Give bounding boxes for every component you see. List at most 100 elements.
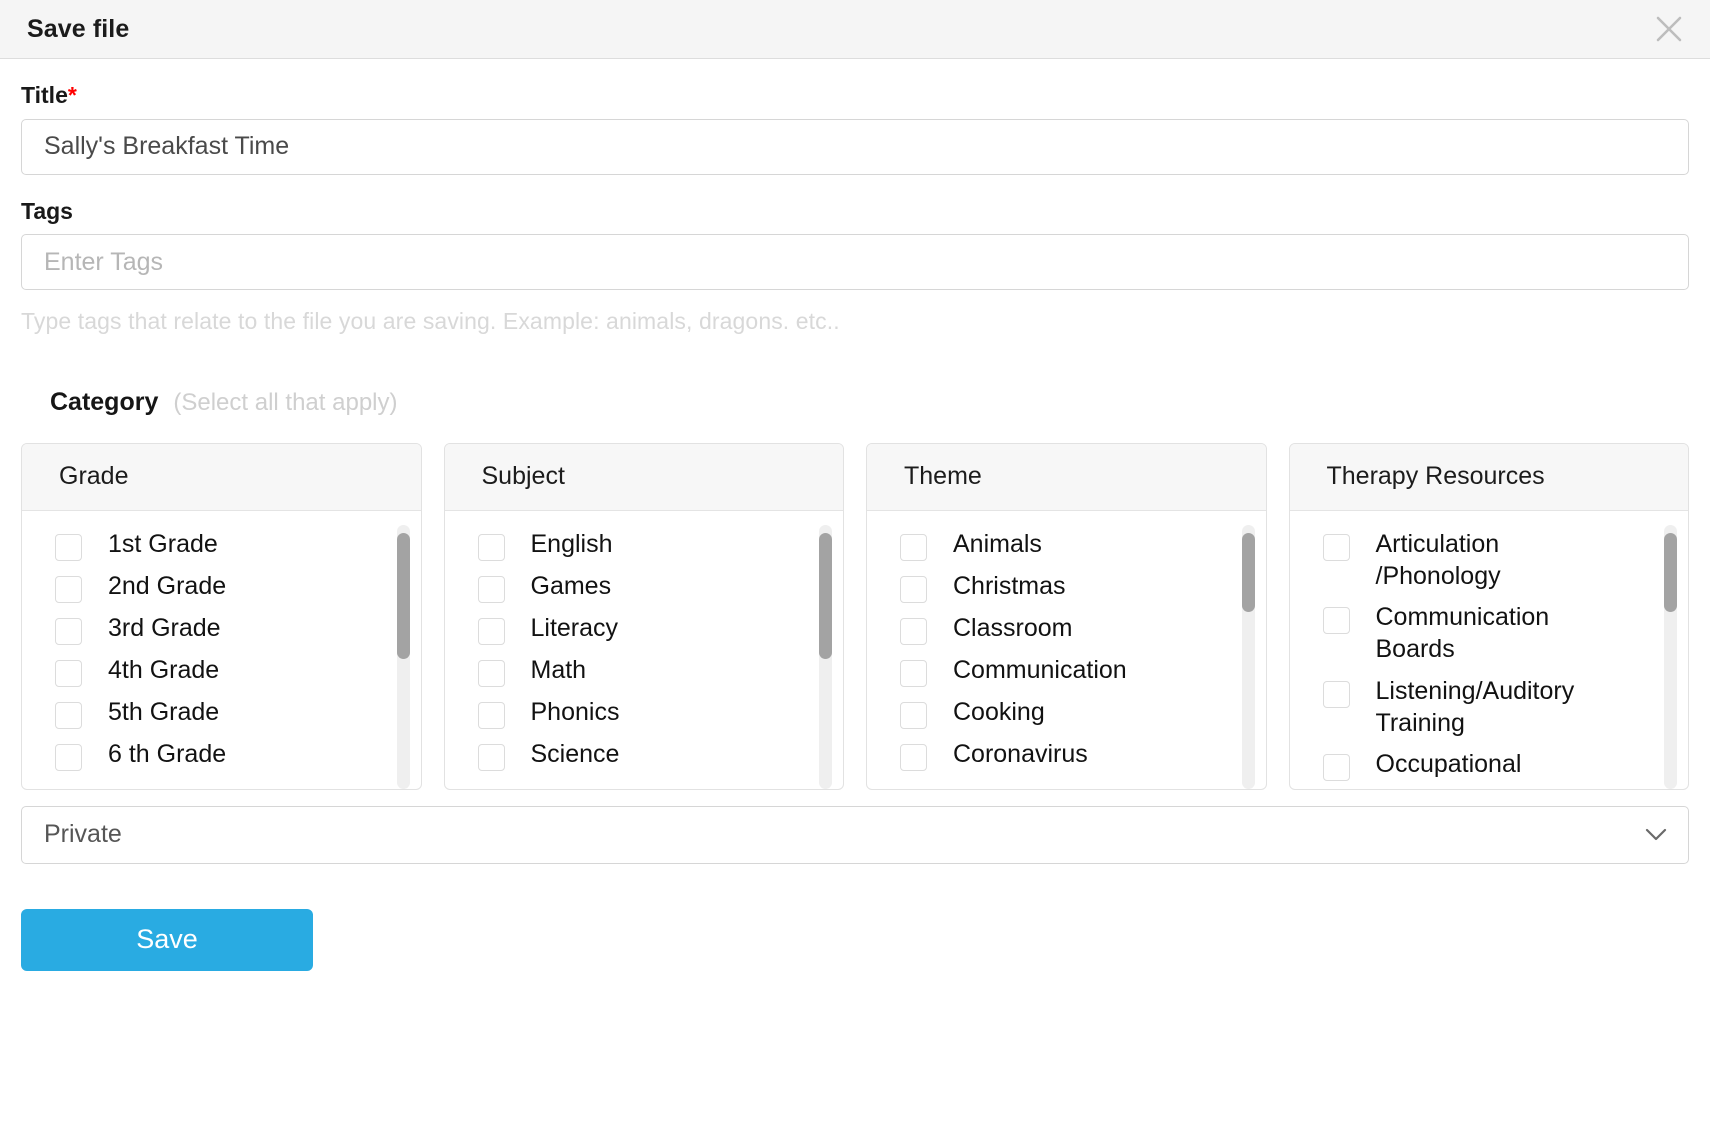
checkbox[interactable] [477,533,505,561]
category-option-label: Communication Boards [1375,603,1550,664]
category-option[interactable]: 3rd Grade [22,613,421,645]
title-input[interactable] [21,118,1689,175]
category-option-label: 1st Grade [108,529,218,558]
category-option[interactable]: Classroom [867,613,1266,645]
category-panel-title: Therapy Resources [1289,443,1688,511]
checkbox[interactable] [477,575,505,603]
category-option[interactable]: 6 th Grade [22,739,421,771]
title-label-text: Title [21,82,68,108]
scrollbar-track[interactable] [396,524,410,789]
category-option-label: English [530,529,613,558]
category-option-label: Phonics [530,697,620,726]
category-option-label: 4th Grade [108,655,220,684]
checkbox[interactable] [477,659,505,687]
tags-field-label: Tags [21,197,73,224]
scrollbar-thumb[interactable] [819,532,832,660]
dialog-header: Save file [0,0,1710,59]
category-option[interactable]: Animals [867,529,1266,561]
checkbox[interactable] [1322,533,1350,561]
visibility-select-wrap: Private [21,805,1689,864]
category-option[interactable]: Christmas [867,571,1266,603]
category-panel-title: Grade [22,443,421,511]
category-option-label: 5th Grade [108,697,220,726]
category-option-label: Math [530,655,587,684]
tags-input[interactable] [21,234,1689,291]
scrollbar-track[interactable] [1664,524,1677,789]
scrollbar-track[interactable] [819,524,832,789]
category-option-list[interactable]: English Games Literacy Math Phonics Science [445,511,844,789]
scrollbar-thumb[interactable] [396,532,410,660]
page-title: Save file [27,14,130,43]
save-file-dialog: Save file Title* Tags Type tags that rel… [0,0,1710,971]
checkbox[interactable] [900,533,927,561]
category-option-label: Christmas [953,571,1066,600]
category-option[interactable]: 2nd Grade [22,571,421,603]
checkbox[interactable] [900,659,927,687]
category-option[interactable]: 1st Grade [22,529,421,561]
close-icon[interactable] [1647,7,1691,51]
category-option[interactable]: Math [445,655,844,687]
category-option[interactable]: Occupational [1290,749,1689,782]
category-panel: Theme Animals Christmas Classroom Communicat… [866,442,1267,790]
checkbox[interactable] [477,743,505,771]
category-panel-title: Subject [444,443,843,511]
category-option-label: Coronavirus [953,739,1088,768]
category-heading: Category (Select all that apply) [50,388,1689,417]
category-option[interactable]: Cooking [867,697,1266,729]
checkbox[interactable] [900,617,927,645]
checkbox[interactable] [900,701,927,729]
checkbox[interactable] [55,533,82,561]
scrollbar-thumb[interactable] [1664,532,1677,612]
scrollbar-track[interactable] [1241,524,1255,789]
checkbox[interactable] [55,743,82,771]
category-option-list[interactable]: Articulation /Phonology Communication Boa… [1290,511,1689,789]
category-panel: Subject English Games Literacy Math Phonics Sc… [443,442,844,790]
checkbox[interactable] [900,743,927,771]
checkbox[interactable] [55,575,82,603]
category-option[interactable]: Coronavirus [867,739,1266,771]
category-option-label: Classroom [953,613,1073,642]
checkbox[interactable] [1322,607,1350,635]
category-option-label: 3rd Grade [108,613,221,642]
category-title: Category [50,387,159,416]
category-option-list[interactable]: Animals Christmas Classroom Communication Co… [867,511,1266,789]
category-option[interactable]: Communication Boards [1290,602,1689,666]
category-option[interactable]: Listening/Auditory Training [1290,676,1689,740]
category-option-label: Animals [953,529,1042,558]
category-option-label: Science [530,739,620,768]
checkbox[interactable] [477,701,505,729]
category-option[interactable]: Games [445,571,844,603]
category-option[interactable]: Phonics [445,697,844,729]
category-panel-title: Theme [867,443,1266,511]
category-option-list[interactable]: 1st Grade 2nd Grade 3rd Grade 4th Grade 5th … [22,511,421,789]
checkbox[interactable] [1322,680,1350,708]
category-option[interactable]: 5th Grade [22,697,421,729]
category-option[interactable]: Literacy [445,613,844,645]
visibility-select[interactable]: Private [21,805,1689,864]
checkbox[interactable] [55,701,82,729]
save-button[interactable]: Save [21,908,313,971]
visibility-select-value: Private [44,820,122,849]
tags-help-text: Type tags that relate to the file you ar… [21,308,840,335]
category-panel: Grade 1st Grade 2nd Grade 3rd Grade 4th Grad… [21,442,422,790]
category-option[interactable]: Articulation /Phonology [1290,529,1689,593]
category-option[interactable]: Communication [867,655,1266,687]
category-option[interactable]: Science [445,739,844,771]
checkbox[interactable] [1322,754,1350,782]
category-option-label: 2nd Grade [108,571,227,600]
category-option[interactable]: 4th Grade [22,655,421,687]
scrollbar-thumb[interactable] [1241,532,1255,612]
category-option[interactable]: English [445,529,844,561]
category-option-label: Articulation /Phonology [1375,529,1501,590]
category-option-label: 6 th Grade [108,739,227,768]
category-option-label: Cooking [953,697,1045,726]
checkbox[interactable] [55,659,82,687]
required-marker: * [67,82,77,108]
checkbox[interactable] [900,575,927,603]
category-option-label: Occupational [1375,750,1522,779]
checkbox[interactable] [477,617,505,645]
category-panel: Therapy Resources Articulation /Phonology… [1288,442,1689,790]
checkbox[interactable] [55,617,82,645]
category-hint: (Select all that apply) [173,388,398,416]
category-option-label: Literacy [530,613,619,642]
